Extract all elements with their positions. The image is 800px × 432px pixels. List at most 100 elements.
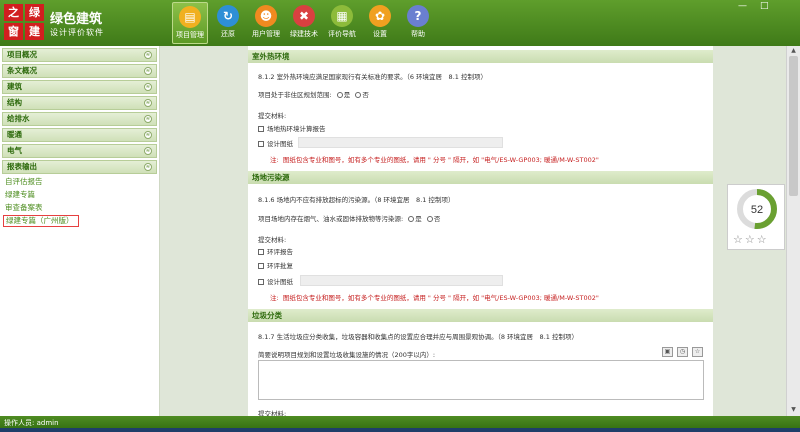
taskbar	[0, 428, 800, 432]
clause-text: 8.1.6 场地内不应有排放超标的污染源。（8 环境宜居 8.1 控制项）	[258, 196, 455, 204]
clause-text: 8.1.2 室外热环境应满足国家现行有关标准的要求。（6 环境宜居 8.1 控制…	[258, 73, 487, 81]
radio-no-label: 否	[433, 215, 441, 223]
sidebar-item-label: 结构	[7, 98, 22, 107]
toolbar-settings-button[interactable]: ✿ 设置	[362, 2, 398, 44]
toolbar-user-management-button[interactable]: ☻ 用户管理	[248, 2, 284, 44]
toolbar-restore-button[interactable]: ↻ 还原	[210, 2, 246, 44]
star-icon[interactable]: ☆	[692, 347, 703, 357]
note-body: 图纸包含专业和图号，如有多个专业的图纸，请用 " 分号 " 隔开，如 "电气/E…	[282, 294, 599, 302]
document-icon: ▤	[179, 6, 201, 28]
main-content: 室外热环境 8.1.2 室外热环境应满足国家现行有关标准的要求。（6 环境宜居 …	[160, 46, 786, 418]
tech-icon: ✖	[293, 5, 315, 27]
sidebar-item-label: 项目概况	[7, 50, 37, 59]
material-item: 设计图纸	[258, 276, 293, 286]
chevron-icon: ≈	[144, 67, 152, 75]
radio-no[interactable]	[426, 216, 433, 222]
scroll-down-icon[interactable]: ▼	[789, 406, 798, 414]
sidebar-item-structure[interactable]: 结构 ≈	[2, 96, 157, 110]
sidebar-item-plumbing[interactable]: 给排水 ≈	[2, 112, 157, 126]
sidebar-item-report-output[interactable]: 报表输出 ≈	[2, 160, 157, 174]
toolbar-project-management-button[interactable]: ▤ 项目管理	[172, 2, 208, 44]
checkbox[interactable]	[258, 141, 264, 147]
radio-no[interactable]	[355, 92, 362, 98]
chevron-icon: ≈	[144, 51, 152, 59]
design-drawing-input[interactable]	[298, 137, 503, 148]
rating-stars-icon[interactable]: ☆☆☆	[733, 233, 769, 246]
radio-yes[interactable]	[336, 92, 343, 98]
sidebar-item-label: 建筑	[7, 82, 22, 91]
radio-yes[interactable]	[408, 216, 415, 222]
toolbar-label: 项目管理	[176, 31, 204, 39]
scroll-thumb[interactable]	[789, 56, 798, 196]
sidebar-item-electrical[interactable]: 电气 ≈	[2, 144, 157, 158]
toolbar-label: 绿建技术	[290, 30, 318, 38]
checkbox[interactable]	[258, 126, 264, 132]
chevron-icon: ≈	[144, 83, 152, 91]
sidebar-sub-self-assessment-report[interactable]: 自评估报告	[0, 175, 159, 188]
material-item: 设计图纸	[258, 138, 293, 148]
materials-label: 提交材料:	[258, 112, 287, 120]
sidebar: 项目概况 ≈ 条文概况 ≈ 建筑 ≈ 结构 ≈ 给排水 ≈ 暖通 ≈ 电气 ≈ 报表输出 ≈ 自…	[0, 46, 160, 416]
toolbar-label: 设置	[373, 30, 387, 38]
logo-char: 建	[25, 23, 44, 40]
minimize-button[interactable]: —	[738, 1, 747, 11]
score-widget: 52 ☆☆☆	[727, 184, 785, 250]
sidebar-sub-green-building-chapter-guangzhou[interactable]: 绿建专篇（广州版）	[3, 215, 79, 227]
sidebar-item-architecture[interactable]: 建筑 ≈	[2, 80, 157, 94]
material-label: 设计图纸	[267, 278, 293, 286]
note-text: 注: 图纸包含专业和图号，如有多个专业的图纸，请用 " 分号 " 隔开，如 "电…	[270, 292, 599, 302]
checkbox[interactable]	[258, 249, 264, 255]
score-ring: 52	[737, 189, 777, 229]
chevron-icon: ≈	[144, 115, 152, 123]
operator-label: 操作人员:	[4, 419, 35, 427]
sidebar-item-project-overview[interactable]: 项目概况 ≈	[2, 48, 157, 62]
title-bar: 之 绿 窗 建 绿色建筑 设计评价软件 ▤ 项目管理 ↻ 还原 ☻ 用户管理 ✖…	[0, 0, 800, 46]
section-header-outdoor-thermal: 室外热环境	[248, 50, 713, 63]
sidebar-item-clause-overview[interactable]: 条文概况 ≈	[2, 64, 157, 78]
textarea-label: 简要说明项目规划和设置垃圾收集设施的情况（200字以内）:	[258, 351, 436, 359]
checkbox[interactable]	[258, 263, 264, 269]
vertical-scrollbar[interactable]: ▲ ▼	[786, 46, 800, 416]
waste-description-textarea[interactable]	[258, 360, 704, 400]
sidebar-item-label: 暖通	[7, 130, 22, 139]
note-label: 注:	[270, 294, 279, 302]
material-label: 环评批复	[267, 262, 293, 270]
score-value: 52	[751, 204, 763, 216]
chevron-icon: ≈	[144, 99, 152, 107]
design-drawing-input[interactable]	[300, 275, 503, 286]
material-item: 场地热环境计算报告	[258, 123, 326, 133]
toolbar-evaluation-nav-button[interactable]: ▦ 评价导航	[324, 2, 360, 44]
sidebar-item-label: 条文概况	[7, 66, 37, 75]
scroll-up-icon[interactable]: ▲	[789, 47, 798, 55]
clock-icon[interactable]: ◷	[677, 347, 688, 357]
toolbar-label: 用户管理	[252, 30, 280, 38]
material-label: 环评报告	[267, 248, 293, 256]
toolbar-help-button[interactable]: ? 帮助	[400, 2, 436, 44]
logo-char: 窗	[4, 23, 23, 40]
material-item: 环评报告	[258, 246, 293, 256]
sidebar-item-label: 给排水	[7, 114, 30, 123]
image-icon[interactable]: ▣	[662, 347, 673, 357]
radio-group-non-residential: 项目处于非住区规划范围: 是 否	[258, 89, 369, 99]
maximize-button[interactable]: □	[760, 1, 769, 11]
sidebar-item-label: 报表输出	[7, 162, 37, 171]
sidebar-sub-green-building-chapter[interactable]: 绿建专篇	[0, 188, 159, 201]
note-label: 注:	[270, 156, 279, 164]
note-text: 注: 图纸包含专业和图号，如有多个专业的图纸，请用 " 分号 " 隔开，如 "电…	[270, 154, 599, 164]
logo-char: 绿	[25, 4, 44, 21]
sidebar-item-hvac[interactable]: 暖通 ≈	[2, 128, 157, 142]
toolbar-label: 还原	[221, 30, 235, 38]
sidebar-sub-review-filing-form[interactable]: 审查备案表	[0, 201, 159, 214]
materials-label: 提交材料:	[258, 236, 287, 244]
clause-text: 8.1.7 生活垃圾应分类收集，垃圾容器和收集点的设置应合理并应与周围景观协调。…	[258, 333, 578, 341]
chevron-icon: ≈	[144, 131, 152, 139]
section-header-waste-sorting: 垃圾分类	[248, 309, 713, 322]
help-icon: ?	[407, 5, 429, 27]
material-label: 设计图纸	[267, 140, 293, 148]
chevron-icon: ≈	[144, 147, 152, 155]
checkbox[interactable]	[258, 279, 264, 285]
toolbar-green-tech-button[interactable]: ✖ 绿建技术	[286, 2, 322, 44]
material-item: 环评批复	[258, 260, 293, 270]
radio-group-pollution-source: 项目场地内存在烟气、油水或固体排放物等污染源: 是 否	[258, 213, 440, 223]
app-logo: 之 绿 窗 建	[4, 4, 44, 40]
